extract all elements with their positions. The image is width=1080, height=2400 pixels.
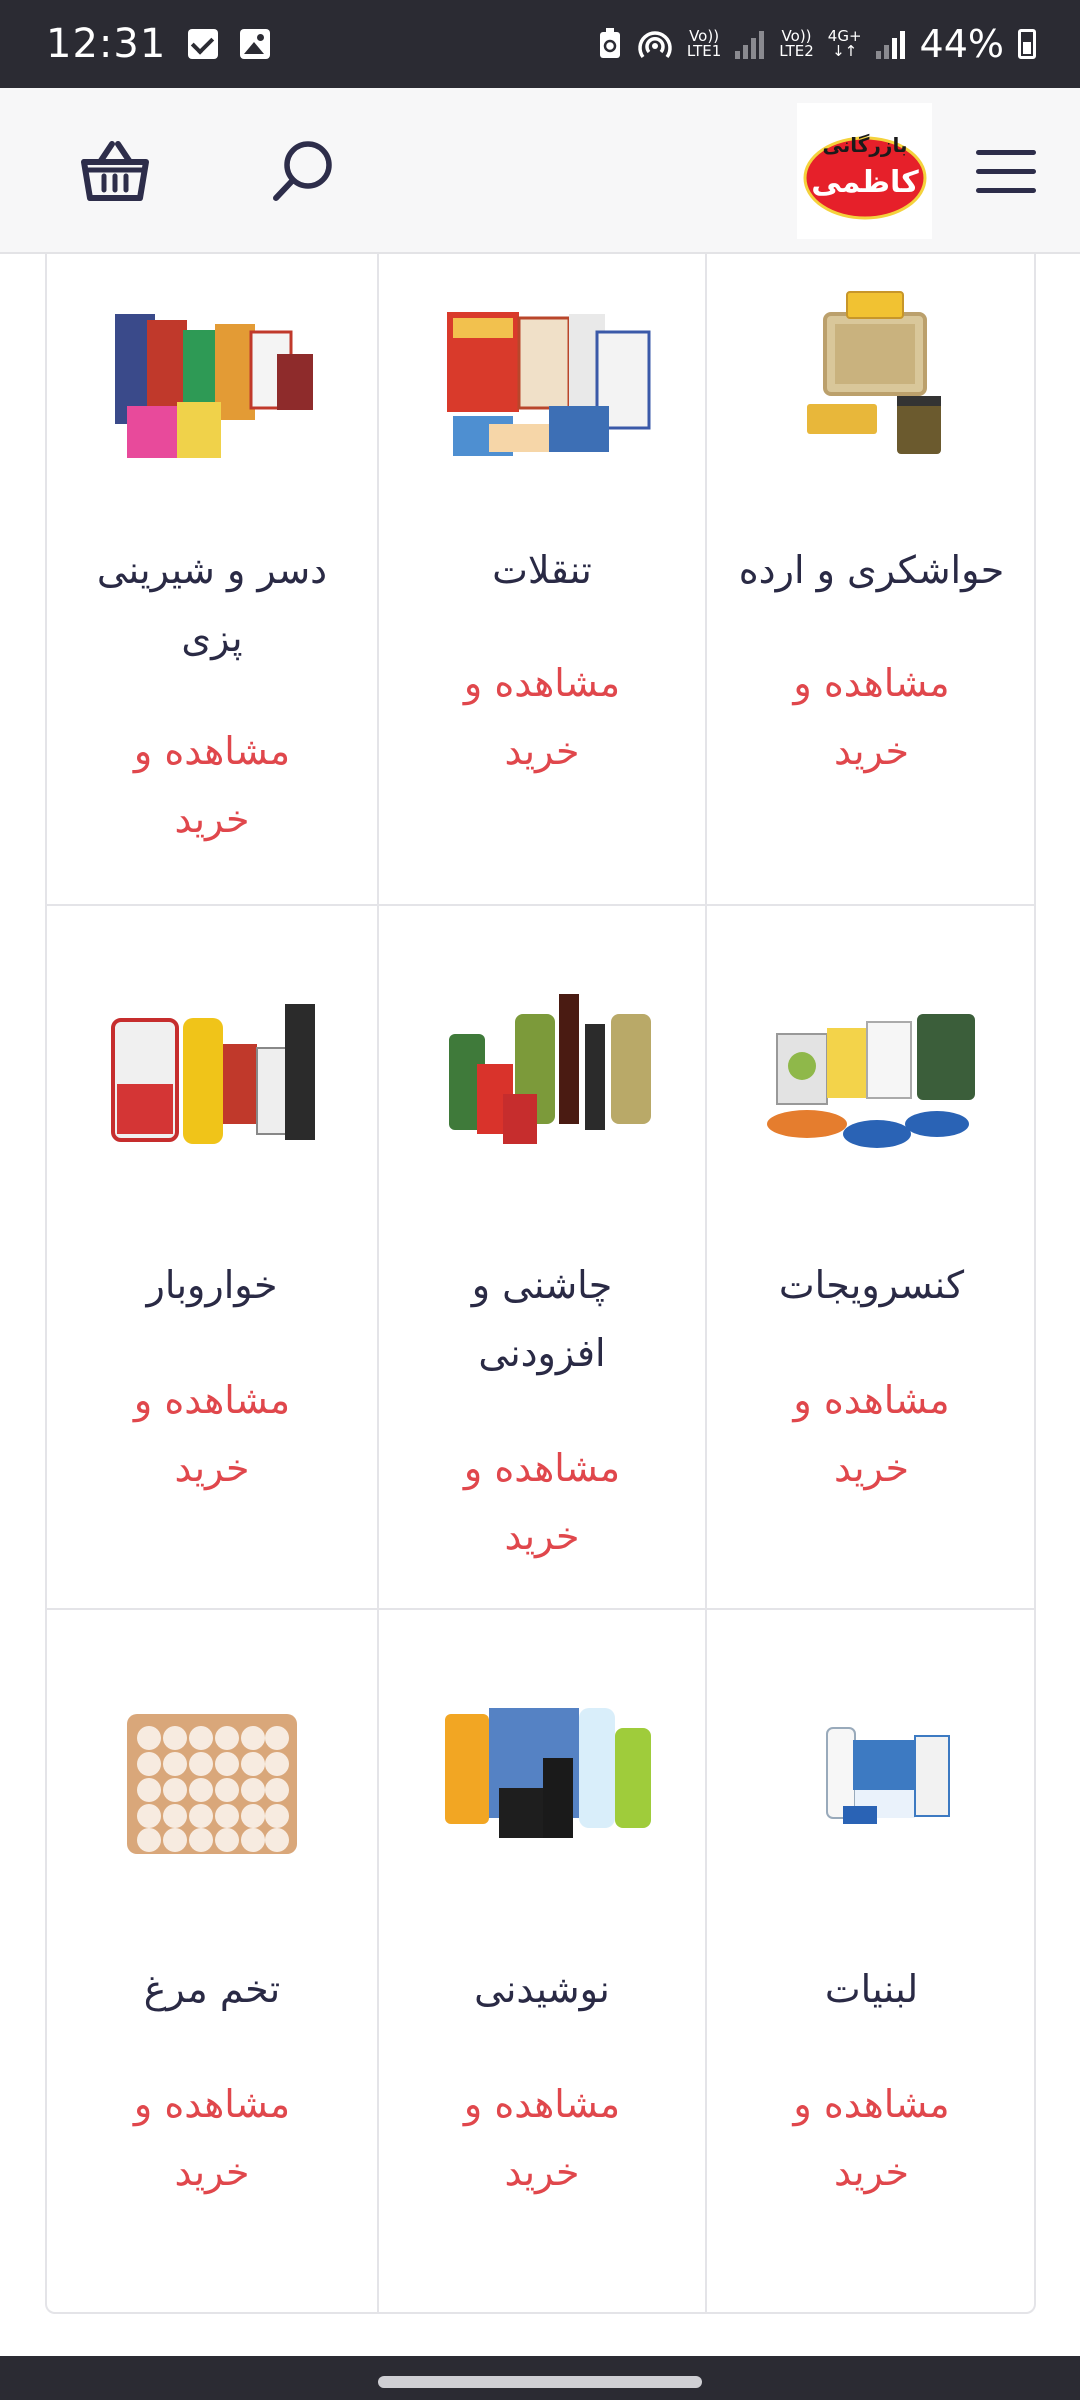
view-and-buy-link[interactable]: مشاهده و bbox=[439, 649, 645, 717]
sim2-lte: LTE2 bbox=[779, 42, 814, 60]
view-and-buy-link[interactable]: مشاهده و bbox=[767, 2070, 976, 2138]
status-right: Vo)) LTE1 Vo)) LTE2 4G+ ↓↑ 44% bbox=[597, 22, 1036, 66]
snacks-icon bbox=[447, 312, 651, 456]
view-and-buy-link-line2[interactable]: خرید bbox=[767, 1434, 976, 1502]
view-and-buy-link-line2[interactable]: خرید bbox=[107, 785, 317, 853]
app-header: بازرگانی کاظمی bbox=[0, 88, 1080, 254]
view-and-buy-link-line2[interactable]: خرید bbox=[107, 2138, 317, 2206]
cart-button[interactable] bbox=[80, 140, 150, 202]
view-and-buy-link[interactable]: مشاهده و bbox=[107, 1366, 317, 1434]
logo-line1: بازرگانی bbox=[822, 133, 907, 157]
search-button[interactable] bbox=[270, 138, 336, 204]
category-card[interactable]: تنقلات مشاهده و خرید bbox=[377, 254, 707, 906]
halva-icon bbox=[807, 291, 941, 454]
search-icon bbox=[273, 141, 332, 201]
logo-line2: کاظمی bbox=[811, 165, 919, 200]
task-check-icon bbox=[188, 29, 219, 59]
view-and-buy-link[interactable]: مشاهده و bbox=[107, 717, 317, 785]
category-card[interactable]: تخم مرغ مشاهده و خرید bbox=[47, 1610, 377, 2312]
signal-sim2-icon bbox=[875, 29, 906, 59]
view-and-buy-link[interactable]: مشاهده و bbox=[767, 1366, 976, 1434]
view-and-buy-link[interactable]: مشاهده و bbox=[767, 649, 976, 717]
status-left: 12:31 bbox=[46, 21, 271, 67]
category-title: خواروبار bbox=[146, 1263, 278, 1307]
eggs-icon bbox=[127, 1714, 297, 1854]
view-and-buy-link[interactable]: مشاهده و bbox=[439, 1434, 645, 1502]
hotspot-icon bbox=[638, 31, 672, 59]
dessert-icon bbox=[115, 314, 313, 458]
network-type: 4G+ ↓↑ bbox=[828, 29, 862, 59]
battery-saver-icon bbox=[599, 28, 620, 58]
canned-food-icon bbox=[767, 1014, 975, 1148]
condiments-icon bbox=[449, 994, 651, 1144]
hamburger-icon bbox=[976, 150, 1036, 155]
category-card[interactable]: نوشیدنی مشاهده و خرید bbox=[377, 1610, 707, 2312]
data-arrows-icon: ↓↑ bbox=[832, 42, 858, 60]
battery-percent: 44% bbox=[919, 22, 1004, 66]
category-card[interactable]: خواروبار مشاهده و خرید bbox=[47, 906, 377, 1610]
category-card[interactable]: کنسرویجات مشاهده و خرید bbox=[707, 906, 1036, 1610]
dairy-icon bbox=[826, 1727, 950, 1824]
category-card[interactable]: حواشکری و ارده مشاهده و خرید bbox=[707, 254, 1036, 906]
basket-icon bbox=[81, 141, 149, 201]
view-and-buy-link-line2[interactable]: خرید bbox=[767, 2138, 976, 2206]
category-title-line2: پزی bbox=[181, 616, 243, 660]
home-gesture-handle[interactable] bbox=[378, 2376, 702, 2388]
view-and-buy-link-line2[interactable]: خرید bbox=[439, 717, 645, 785]
gallery-icon bbox=[240, 29, 271, 59]
view-and-buy-link[interactable]: مشاهده و bbox=[107, 2070, 317, 2138]
menu-button[interactable] bbox=[976, 150, 1036, 194]
store-logo[interactable]: بازرگانی کاظمی bbox=[797, 103, 932, 239]
view-and-buy-link-line2[interactable]: خرید bbox=[767, 717, 976, 785]
status-time: 12:31 bbox=[46, 21, 167, 67]
battery-icon bbox=[1018, 29, 1036, 59]
category-grid: حواشکری و ارده مشاهده و خرید تنقلات مشاه… bbox=[45, 254, 1036, 2314]
status-bar: 12:31 Vo)) LTE1 Vo)) LTE2 4G+ ↓↑ 44% bbox=[0, 0, 1080, 88]
category-title: دسر و شیرینی پزی bbox=[67, 536, 357, 672]
system-nav-bar bbox=[0, 2356, 1080, 2400]
category-card[interactable]: دسر و شیرینی پزی مشاهده و خرید bbox=[47, 254, 377, 906]
category-title-line2: افزودنی bbox=[478, 1331, 606, 1375]
category-title: حواشکری و ارده bbox=[738, 548, 1005, 592]
category-title: نوشیدنی bbox=[474, 1967, 610, 2011]
view-and-buy-link[interactable]: مشاهده و bbox=[439, 2070, 645, 2138]
category-title: تنقلات bbox=[492, 548, 592, 592]
view-and-buy-link-line2[interactable]: خرید bbox=[439, 2138, 645, 2206]
category-title: کنسرویجات bbox=[778, 1263, 965, 1307]
category-title: لبنیات bbox=[824, 1967, 919, 2011]
drinks-icon bbox=[445, 1708, 651, 1838]
category-title: تخم مرغ bbox=[143, 1967, 281, 2011]
category-title-line1: دسر و شیرینی bbox=[96, 548, 328, 592]
sim1-lte: LTE1 bbox=[686, 42, 722, 60]
sim2-label: Vo)) LTE2 bbox=[779, 29, 813, 59]
category-title: چاشنی و افزودنی bbox=[399, 1251, 685, 1387]
signal-sim1-icon bbox=[735, 29, 765, 59]
groceries-icon bbox=[111, 1004, 315, 1144]
sim1-label: Vo)) LTE1 bbox=[687, 29, 721, 59]
kazemi-logo-icon: بازرگانی کاظمی bbox=[803, 133, 926, 220]
view-and-buy-link-line2[interactable]: خرید bbox=[107, 1434, 317, 1502]
category-card[interactable]: لبنیات مشاهده و خرید bbox=[707, 1610, 1036, 2312]
category-card[interactable]: چاشنی و افزودنی مشاهده و خرید bbox=[377, 906, 707, 1610]
category-title-line1: چاشنی و bbox=[471, 1263, 613, 1307]
view-and-buy-link-line2[interactable]: خرید bbox=[439, 1502, 645, 1570]
